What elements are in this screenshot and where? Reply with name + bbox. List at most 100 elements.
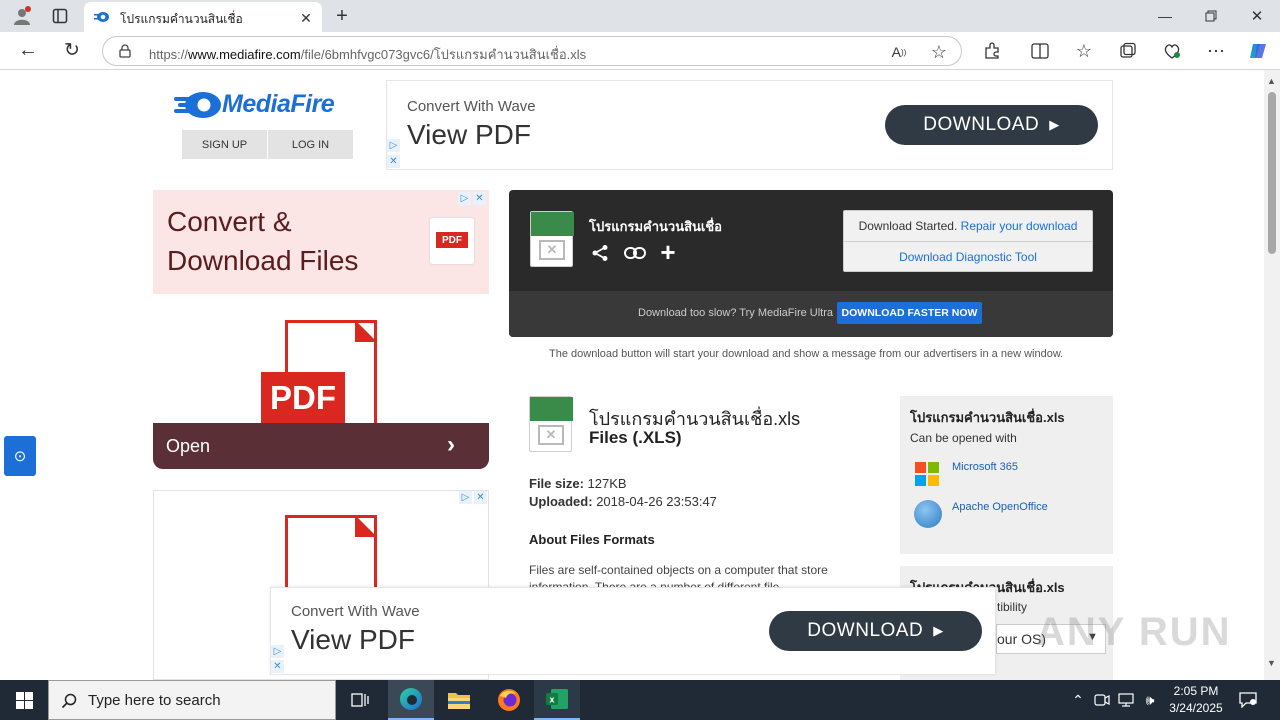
- ad-choices-icon[interactable]: ▷: [459, 491, 472, 504]
- url-prefix: https://: [149, 47, 189, 62]
- download-faster-button[interactable]: DOWNLOAD FASTER NOW: [837, 302, 982, 324]
- file-size-label: File size:: [529, 476, 584, 491]
- svg-text:x: x: [549, 695, 554, 705]
- tab-actions-icon[interactable]: [46, 4, 74, 28]
- app-openoffice-link[interactable]: Apache OpenOffice: [952, 501, 1048, 513]
- url-domain: www.mediafire.com: [188, 47, 301, 62]
- open-with-subtitle: Can be opened with: [910, 431, 1017, 445]
- open-button[interactable]: Open ›: [153, 423, 489, 469]
- bottom-ad-subtitle: Convert With Wave: [291, 603, 420, 620]
- collections-icon[interactable]: [1112, 36, 1144, 66]
- more-menu-icon[interactable]: ⋯: [1200, 36, 1232, 66]
- read-aloud-icon[interactable]: A)): [887, 41, 911, 63]
- restore-icon[interactable]: [1196, 4, 1226, 28]
- bottom-ad-banner[interactable]: Convert With Wave View PDF DOWNLOAD ▶ ▷ …: [270, 587, 996, 675]
- play-arrow-icon: ▶: [933, 623, 944, 638]
- mediafire-logo-icon: [174, 92, 221, 118]
- profile-icon[interactable]: [8, 4, 36, 28]
- new-tab-icon[interactable]: +: [330, 4, 354, 28]
- repair-download-link[interactable]: Repair your download: [961, 219, 1078, 233]
- minimize-icon[interactable]: —: [1150, 4, 1180, 28]
- ad-close-icon[interactable]: ✕: [473, 192, 486, 205]
- uploaded-label: Uploaded:: [529, 494, 593, 509]
- left-ad-convert[interactable]: Convert & Download Files PDF ▷ ✕: [153, 190, 489, 294]
- scrollbar-thumb[interactable]: [1268, 92, 1276, 254]
- left-ad-pdf-open[interactable]: PDF Open ›: [153, 314, 489, 469]
- add-icon[interactable]: +: [657, 237, 679, 267]
- favorite-star-icon[interactable]: ☆: [927, 41, 951, 63]
- scroll-down-arrow-icon[interactable]: ▼: [1267, 658, 1276, 668]
- show-hidden-icons-icon[interactable]: ⌃: [1068, 688, 1088, 712]
- tab-title: โปรแกรมคำนวนสินเชื่อ: [120, 12, 243, 26]
- file-size-row: File size: 127KB: [529, 476, 627, 491]
- anyrun-watermark-text: ANY RUN: [1036, 610, 1232, 654]
- taskbar-firefox-icon[interactable]: [486, 680, 532, 720]
- tab-bar: โปรแกรมคำนวนสินเชื่อ ✕ + — ✕: [0, 0, 1280, 32]
- anyrun-watermark: ANY RUN: [1036, 610, 1232, 655]
- download-status-line: Download Started. Repair your download: [844, 211, 1092, 242]
- windows-start-icon[interactable]: [0, 680, 48, 720]
- favorites-icon[interactable]: ☆: [1068, 36, 1100, 66]
- pdf-badge: PDF: [261, 372, 345, 424]
- download-notice: The download button will start your down…: [549, 348, 1064, 360]
- taskbar-edge-icon[interactable]: [388, 680, 434, 720]
- signup-button[interactable]: SIGN UP: [182, 130, 267, 159]
- share-icon[interactable]: [589, 242, 611, 264]
- bottom-ad-download-button[interactable]: DOWNLOAD ▶: [769, 611, 982, 651]
- download-faster-label: DOWNLOAD FASTER NOW: [841, 307, 978, 319]
- back-icon[interactable]: ←: [12, 35, 44, 65]
- copilot-icon[interactable]: [1242, 36, 1274, 66]
- compatibility-line: tibility: [997, 600, 1028, 614]
- refresh-icon[interactable]: ↻: [56, 35, 88, 65]
- close-window-icon[interactable]: ✕: [1242, 4, 1272, 28]
- ad-choices-icon[interactable]: ▷: [387, 139, 400, 152]
- play-arrow-icon: ▶: [1049, 117, 1060, 132]
- url-text: https://www.mediafire.com/file/6bmhfvgc0…: [149, 44, 586, 65]
- lock-icon: [117, 43, 133, 59]
- meet-now-icon[interactable]: [1092, 688, 1112, 712]
- taskbar-search-box[interactable]: Type here to search: [48, 680, 336, 720]
- bottom-ad-download-label: DOWNLOAD: [807, 620, 924, 641]
- scroll-up-arrow-icon[interactable]: ▲: [1267, 76, 1276, 86]
- network-icon[interactable]: [1116, 688, 1136, 712]
- close-tab-icon[interactable]: ✕: [296, 8, 316, 28]
- diagnostic-tool-link[interactable]: Download Diagnostic Tool: [844, 242, 1092, 271]
- search-icon: [59, 691, 79, 711]
- clock[interactable]: 2:05 PM 3/24/2025: [1164, 683, 1228, 717]
- mediafire-logo[interactable]: MediaFire: [174, 88, 354, 120]
- taskbar-file-explorer-icon[interactable]: [436, 680, 482, 720]
- app-microsoft-365-link[interactable]: Microsoft 365: [952, 461, 1018, 473]
- login-button[interactable]: LOG IN: [268, 130, 353, 159]
- top-ad-banner[interactable]: Convert With Wave View PDF DOWNLOAD ▶ ▷ …: [386, 80, 1113, 170]
- copy-link-icon[interactable]: [623, 242, 647, 264]
- ad-choices-icon[interactable]: ▷: [271, 645, 284, 658]
- ad-close-icon[interactable]: ✕: [271, 660, 284, 673]
- signup-label: SIGN UP: [201, 138, 248, 151]
- top-ad-subtitle: Convert With Wave: [407, 98, 536, 115]
- tab-active[interactable]: โปรแกรมคำนวนสินเชื่อ ✕: [84, 2, 322, 32]
- address-bar[interactable]: https://www.mediafire.com/file/6bmhfvgc0…: [102, 36, 962, 66]
- taskbar-search-placeholder: Type here to search: [88, 692, 221, 709]
- left-ad-text-line2: Download Files: [167, 245, 359, 276]
- taskbar-excel-icon[interactable]: x: [534, 680, 580, 720]
- side-widget-button[interactable]: ⊙: [4, 436, 36, 476]
- login-label: LOG IN: [291, 138, 330, 151]
- open-with-title: โปรแกรมคำนวนสินเชื่อ.xls: [910, 410, 1065, 425]
- file-size-value: 127KB: [587, 476, 627, 491]
- volume-icon[interactable]: 🕪: [1140, 688, 1160, 712]
- extensions-icon[interactable]: [976, 36, 1008, 66]
- notifications-icon[interactable]: [1236, 688, 1260, 712]
- ad-close-icon[interactable]: ✕: [474, 491, 487, 504]
- clock-date: 3/24/2025: [1169, 701, 1223, 715]
- split-screen-icon[interactable]: [1024, 36, 1056, 66]
- browser-essentials-icon[interactable]: [1156, 36, 1188, 66]
- taskbar: Type here to search x ⌃ 🕪 2:05 PM 3/24/2…: [0, 680, 1280, 720]
- task-view-icon[interactable]: [340, 680, 380, 720]
- diagnostic-tool-label: Download Diagnostic Tool: [899, 249, 1037, 264]
- top-ad-download-button[interactable]: DOWNLOAD ▶: [885, 105, 1098, 145]
- vertical-scrollbar[interactable]: ▲ ▼: [1264, 70, 1280, 680]
- xls-file-icon: ✕: [529, 396, 573, 452]
- ad-choices-icon[interactable]: ▷: [458, 192, 471, 205]
- download-file-name: โปรแกรมคำนวนสินเชื่อ: [589, 219, 722, 234]
- ad-close-icon[interactable]: ✕: [387, 155, 400, 168]
